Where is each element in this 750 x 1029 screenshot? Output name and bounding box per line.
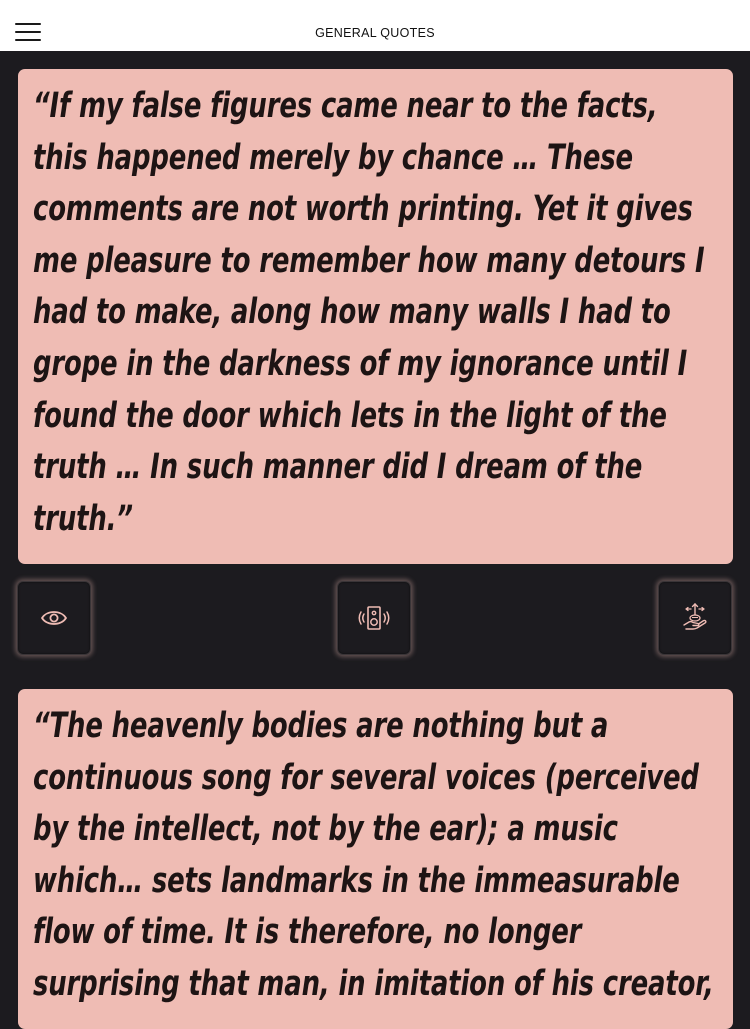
- page-title: GENERAL QUOTES: [315, 26, 435, 40]
- top-app-bar: GENERAL QUOTES: [0, 0, 750, 51]
- share-button[interactable]: [658, 581, 732, 655]
- hand-offering-icon: [683, 603, 707, 630]
- read-aloud-button[interactable]: [337, 581, 411, 655]
- quote-text: “The heavenly bodies are nothing but a c…: [33, 706, 714, 1004]
- quote-card: “The heavenly bodies are nothing but a c…: [18, 689, 733, 1029]
- view-button[interactable]: [17, 581, 91, 655]
- quote-text: “If my false figures came near to the fa…: [33, 86, 705, 539]
- quote-card: “If my false figures came near to the fa…: [18, 69, 733, 564]
- eye-icon: [41, 611, 67, 625]
- speaker-icon: [358, 606, 390, 630]
